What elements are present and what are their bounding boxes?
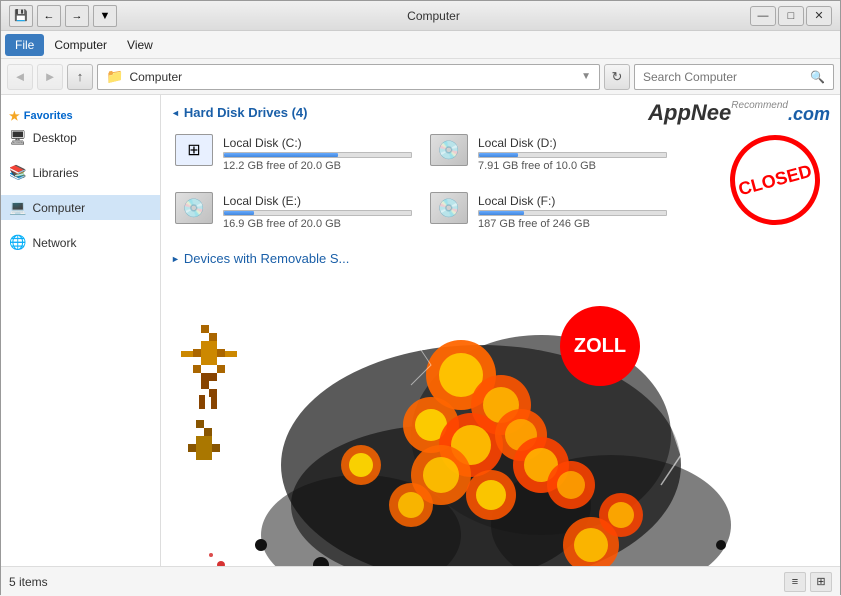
maximize-button[interactable]: □ <box>778 6 804 26</box>
devices-title[interactable]: Devices with Removable S... <box>171 251 830 266</box>
quick-back-btn[interactable]: ← <box>37 5 61 27</box>
closed-text: CLOSED <box>736 160 814 200</box>
drive-d-item[interactable]: 💿 Local Disk (D:) 7.91 GB free of 10.0 G… <box>426 130 671 178</box>
drive-d-bar-bg <box>478 152 667 158</box>
menu-computer[interactable]: Computer <box>44 34 117 56</box>
minimize-button[interactable]: — <box>750 6 776 26</box>
drive-d-icon: 💿 <box>430 134 470 174</box>
menu-view[interactable]: View <box>117 34 163 56</box>
back-button[interactable]: ◄ <box>7 64 33 90</box>
sidebar-computer-label: Computer <box>32 201 85 215</box>
closed-stamp: CLOSED <box>720 125 830 235</box>
folder-icon: 📁 <box>106 68 123 85</box>
drive-c-info: Local Disk (C:) 12.2 GB free of 20.0 GB <box>223 136 412 172</box>
drive-e-bar-bg <box>223 210 412 216</box>
drive-f-info: Local Disk (F:) 187 GB free of 246 GB <box>478 194 667 230</box>
drive-c-name: Local Disk (C:) <box>223 136 412 150</box>
drive-f-bar-fill <box>479 211 524 215</box>
appnee-text: AppNee <box>648 100 731 125</box>
computer-icon: 💻 <box>9 199 26 216</box>
view-list-button[interactable]: ≡ <box>784 572 806 592</box>
appnee-domain: .com <box>788 104 830 124</box>
refresh-button[interactable]: ↻ <box>604 64 630 90</box>
drive-f-item[interactable]: 💿 Local Disk (F:) 187 GB free of 246 GB <box>426 188 671 236</box>
libraries-icon: 📚 <box>9 164 26 181</box>
content-area: AppNeeRecommend.com Hard Disk Drives (4)… <box>161 95 840 566</box>
items-count: 5 items <box>9 575 48 589</box>
drive-d-name: Local Disk (D:) <box>478 136 667 150</box>
devices-title-text: Devices with Removable S... <box>184 251 349 266</box>
windows-logo-icon: ⊞ <box>187 140 200 160</box>
drive-c-item[interactable]: ⊞ Local Disk (C:) 12.2 GB free of 20.0 G… <box>171 130 416 178</box>
menu-file[interactable]: File <box>5 34 44 56</box>
appnee-recommend: Recommend <box>731 100 788 111</box>
drive-e-bar-fill <box>224 211 254 215</box>
appnee-logo: AppNeeRecommend.com <box>648 100 830 126</box>
drive-c-free: 12.2 GB free of 20.0 GB <box>223 160 412 172</box>
zoll-text: ZOLL <box>574 335 626 358</box>
quick-access-toolbar: 💾 ← → ▼ <box>9 5 117 27</box>
sidebar-desktop-label: Desktop <box>33 131 77 145</box>
drive-e-icon: 💿 <box>175 192 215 232</box>
search-box[interactable]: 🔍 <box>634 64 834 90</box>
search-icon[interactable]: 🔍 <box>810 70 825 84</box>
sidebar-favorites-header[interactable]: Favorites <box>1 103 160 125</box>
title-bar: 💾 ← → ▼ Computer — □ ✕ <box>1 1 840 31</box>
drive-e-item[interactable]: 💿 Local Disk (E:) 16.9 GB free of 20.0 G… <box>171 188 416 236</box>
drive-f-icon: 💿 <box>430 192 470 232</box>
status-bar: 5 items ≡ ⊞ <box>1 566 840 596</box>
dropdown-btn[interactable]: ▼ <box>93 5 117 27</box>
drive-d-info: Local Disk (D:) 7.91 GB free of 10.0 GB <box>478 136 667 172</box>
search-input[interactable] <box>643 70 810 84</box>
desktop-icon: 🖥 <box>9 129 27 146</box>
drive-d-bar-fill <box>479 153 518 157</box>
sidebar-network-label: Network <box>32 236 76 250</box>
network-icon: 🌐 <box>9 234 26 251</box>
status-right: ≡ ⊞ <box>784 572 832 592</box>
disk-e-icon: 💿 <box>183 198 205 219</box>
sidebar-libraries-label: Libraries <box>32 166 78 180</box>
drive-c-bar-fill <box>224 153 338 157</box>
favorites-label: Favorites <box>24 110 73 122</box>
title-bar-left: 💾 ← → ▼ <box>9 5 117 27</box>
quick-forward-btn[interactable]: → <box>65 5 89 27</box>
drive-e-name: Local Disk (E:) <box>223 194 412 208</box>
drive-e-info: Local Disk (E:) 16.9 GB free of 20.0 GB <box>223 194 412 230</box>
up-button[interactable]: ↑ <box>67 64 93 90</box>
main-content: Favorites 🖥 Desktop 📚 Libraries 💻 Comput… <box>1 95 840 566</box>
hard-disk-title-text: Hard Disk Drives (4) <box>184 105 308 120</box>
window-title: Computer <box>407 9 460 23</box>
address-text: Computer <box>129 70 581 84</box>
address-input-wrap[interactable]: 📁 Computer ▼ <box>97 64 600 90</box>
drive-d-free: 7.91 GB free of 10.0 GB <box>478 160 667 172</box>
drive-c-bar-bg <box>223 152 412 158</box>
drive-c-icon: ⊞ <box>175 134 215 174</box>
disk-icon: 💿 <box>438 140 460 161</box>
sidebar: Favorites 🖥 Desktop 📚 Libraries 💻 Comput… <box>1 95 161 566</box>
zoll-badge: ZOLL <box>560 306 640 386</box>
disk-f-icon: 💿 <box>438 198 460 219</box>
drives-grid: ⊞ Local Disk (C:) 12.2 GB free of 20.0 G… <box>171 130 671 236</box>
drive-e-free: 16.9 GB free of 20.0 GB <box>223 218 412 230</box>
quick-save-btn[interactable]: 💾 <box>9 5 33 27</box>
sidebar-item-desktop[interactable]: 🖥 Desktop <box>1 125 160 150</box>
drive-f-name: Local Disk (F:) <box>478 194 667 208</box>
drive-f-free: 187 GB free of 246 GB <box>478 218 667 230</box>
menu-bar: File Computer View <box>1 31 840 59</box>
close-button[interactable]: ✕ <box>806 6 832 26</box>
sidebar-item-libraries[interactable]: 📚 Libraries <box>1 160 160 185</box>
left-creature <box>171 315 271 495</box>
sidebar-item-network[interactable]: 🌐 Network <box>1 230 160 255</box>
address-dropdown-icon[interactable]: ▼ <box>581 71 591 82</box>
window-controls: — □ ✕ <box>750 6 832 26</box>
devices-section: Devices with Removable S... <box>171 251 830 266</box>
address-bar: ◄ ► ↑ 📁 Computer ▼ ↻ 🔍 <box>1 59 840 95</box>
view-grid-button[interactable]: ⊞ <box>810 572 832 592</box>
explosion-overlay <box>161 185 840 566</box>
sidebar-item-computer[interactable]: 💻 Computer <box>1 195 160 220</box>
forward-button[interactable]: ► <box>37 64 63 90</box>
drive-f-bar-bg <box>478 210 667 216</box>
